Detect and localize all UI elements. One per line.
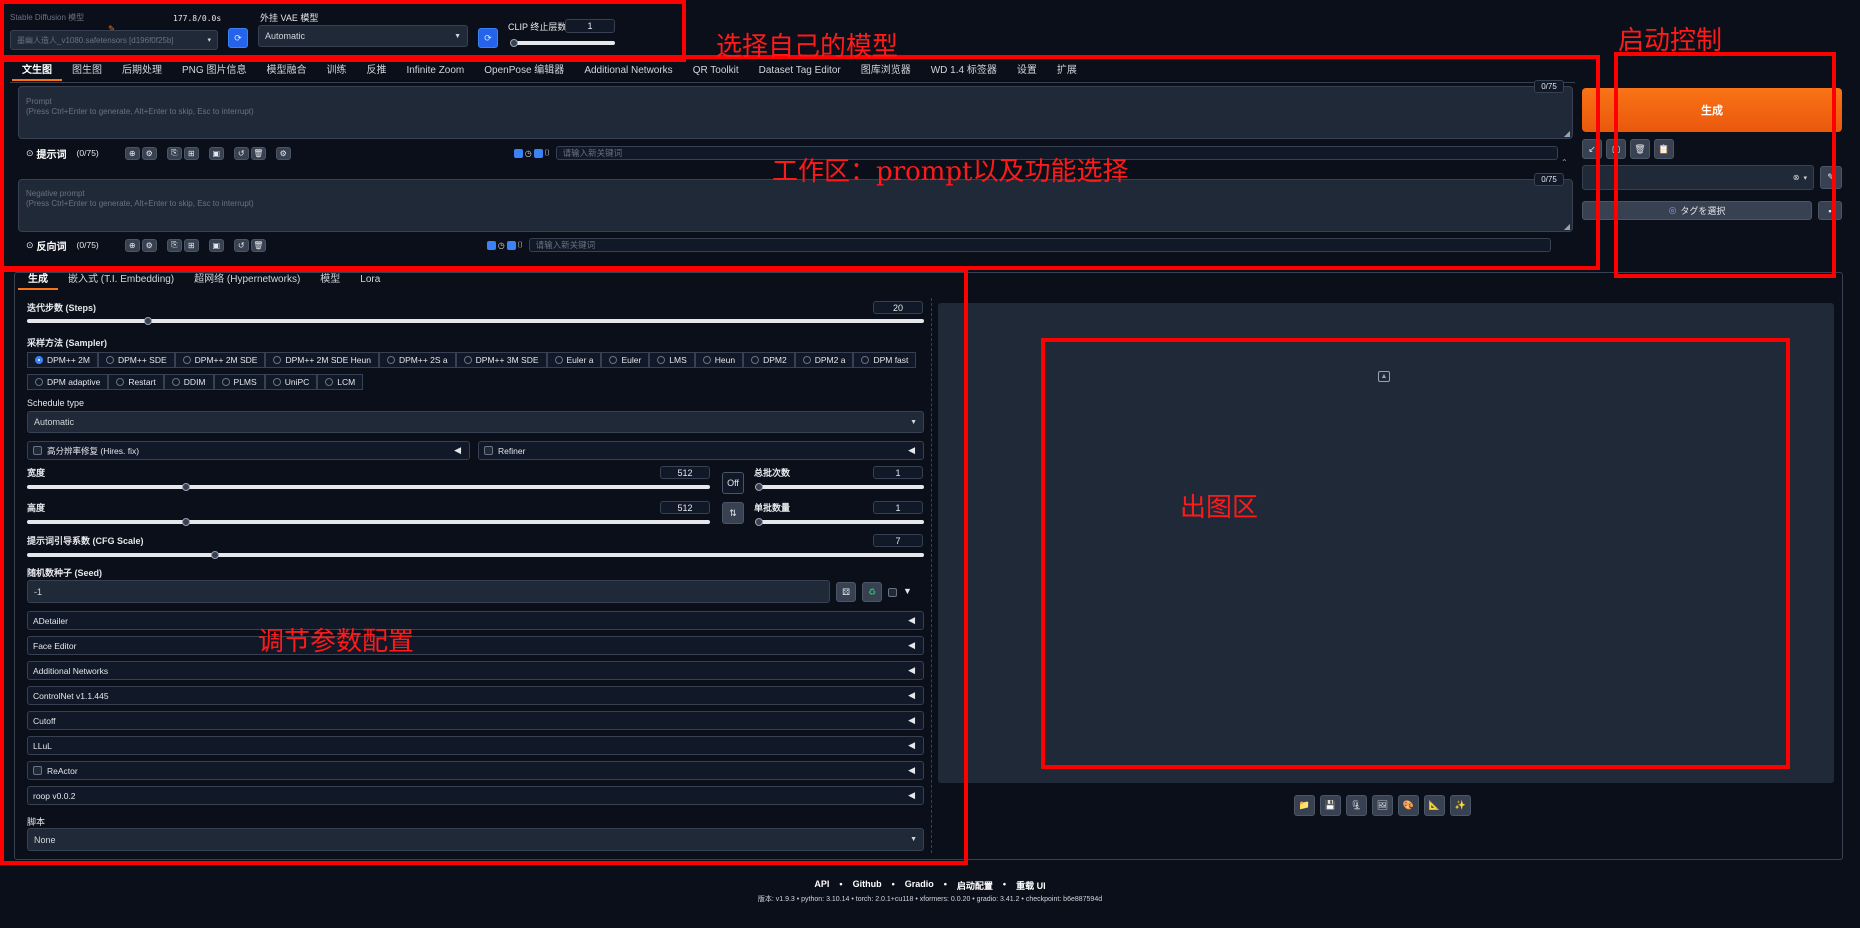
annotation-output: 出图区 xyxy=(1180,493,1259,523)
annotation-params: 调节参数配置 xyxy=(258,627,415,657)
annotation-box-output xyxy=(1041,338,1790,769)
output-toolbar: 📁 💾 🗜 🖼 🎨 📐 ✨ xyxy=(1294,795,1471,816)
annotation-workspace: 工作区：prompt以及功能选择 xyxy=(772,157,1129,187)
footer-link[interactable]: 重载 UI xyxy=(1016,879,1046,892)
palette-icon[interactable]: 🎨 xyxy=(1398,795,1419,816)
ruler-icon[interactable]: 📐 xyxy=(1424,795,1445,816)
save-icon[interactable]: 💾 xyxy=(1320,795,1341,816)
footer-link[interactable]: Gradio xyxy=(905,879,934,892)
annotation-launch: 启动控制 xyxy=(1618,26,1723,56)
footer-separator: • xyxy=(839,879,843,889)
folder-icon[interactable]: 📁 xyxy=(1294,795,1315,816)
annotation-box-model xyxy=(0,0,686,62)
footer-link[interactable]: 启动配置 xyxy=(957,879,993,892)
footer-links: API • Github • Gradio • 启动配置 • 重载 UI xyxy=(0,879,1860,892)
archive-icon[interactable]: 🗜 xyxy=(1346,795,1367,816)
footer-separator: • xyxy=(943,879,947,889)
footer-separator: • xyxy=(1002,879,1007,889)
annotation-model: 选择自己的模型 xyxy=(716,32,899,62)
sparkle-icon[interactable]: ✨ xyxy=(1450,795,1471,816)
annotation-box-params xyxy=(0,268,968,865)
footer-link[interactable]: Github xyxy=(853,879,882,892)
footer-link[interactable]: API xyxy=(814,879,829,892)
footer-separator: • xyxy=(891,879,895,889)
annotation-box-launch xyxy=(1614,52,1836,278)
footer-version: 版本: v1.9.3 • python: 3.10.14 • torch: 2.… xyxy=(757,896,1103,903)
send-to-img2img-icon[interactable]: 🖼 xyxy=(1372,795,1393,816)
